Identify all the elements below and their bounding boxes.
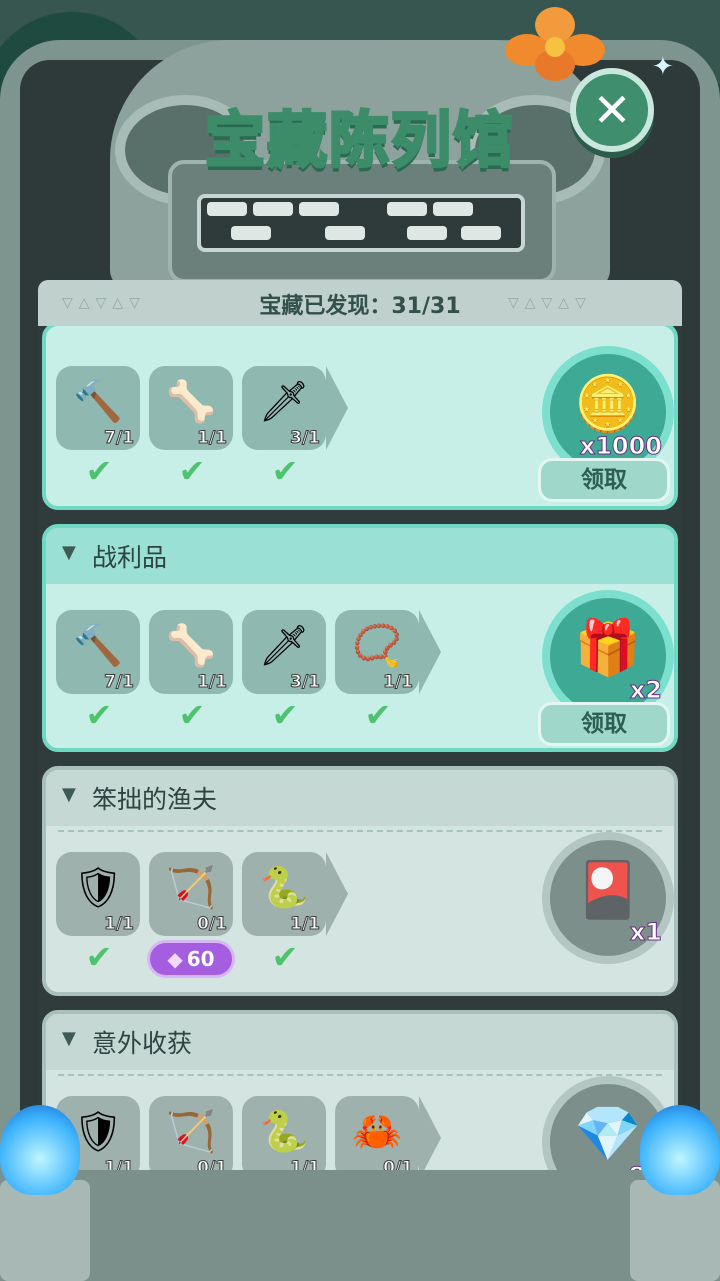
treasure-item[interactable]: 🦴 1/1 xyxy=(149,610,233,694)
card-header[interactable]: ▼ 笨拙的渔夫 xyxy=(46,770,674,826)
hammer-icon: 🔨 xyxy=(73,379,123,425)
stone-pillar-left xyxy=(0,1180,90,1281)
row-arrow xyxy=(326,366,348,450)
divider xyxy=(58,1074,662,1076)
brick xyxy=(207,202,247,216)
collection-name: 战利品 xyxy=(92,543,168,572)
check-icon: ✔ xyxy=(271,452,299,490)
check-icon: ✔ xyxy=(364,696,392,734)
sparkle-icon: ✦ xyxy=(652,52,674,82)
treasure-progress: 宝藏已发现：31/31 xyxy=(259,294,461,319)
check-icon: ✔ xyxy=(271,938,299,976)
brick xyxy=(407,226,447,240)
close-button[interactable]: ✕ xyxy=(570,68,654,152)
skull-necklace-icon: 📿 xyxy=(352,623,402,669)
treasure-item[interactable]: 🗡 3/1 xyxy=(242,610,326,694)
bone-plate-icon: 🦴 xyxy=(166,379,216,425)
claim-button[interactable]: 领取 xyxy=(538,702,670,746)
collection-name: 笨拙的渔夫 xyxy=(92,785,218,814)
brick xyxy=(461,226,501,240)
treasure-item[interactable]: 🗡 3/1 xyxy=(242,366,326,450)
brick xyxy=(325,226,365,240)
treasure-item[interactable]: 🦀 0/1 xyxy=(335,1096,419,1171)
check-icon: ✔ xyxy=(271,696,299,734)
check-icon: ✔ xyxy=(85,452,113,490)
treasure-item[interactable]: 🏹 0/1 xyxy=(149,1096,233,1171)
spear-icon: 🗡 xyxy=(258,623,310,669)
stone-pillar-right xyxy=(630,1180,720,1281)
gem-cost: 60 xyxy=(186,947,215,971)
row-arrow xyxy=(419,1096,441,1171)
treasure-item[interactable]: 🏹 0/1 xyxy=(149,852,233,936)
claim-button[interactable]: 领取 xyxy=(538,458,670,502)
chevron-down-icon: ▼ xyxy=(62,784,76,805)
treasure-item[interactable]: 🦴 1/1 xyxy=(149,366,233,450)
crab-stone-icon: 🦀 xyxy=(352,1109,402,1155)
treasure-item[interactable]: 🐍 1/1 xyxy=(242,1096,326,1171)
collection-card: ▼ 意外收获 🛡 1/1 🏹 0/1 🐍 1/1 🦀 0/1 💎 x80 xyxy=(42,1010,678,1171)
treasure-item[interactable]: 🔨 7/1 xyxy=(56,366,140,450)
collection-list[interactable]: 🔨 7/1 🦴 1/1 🗡 3/1 ✔ ✔ ✔ 🪙 x1000 领取 ▼ 战利品… xyxy=(38,326,682,1171)
brick xyxy=(433,202,473,216)
blue-torch-icon xyxy=(0,1105,80,1195)
hammer-icon: 🔨 xyxy=(73,623,123,669)
brick xyxy=(387,202,427,216)
check-icon: ✔ xyxy=(85,696,113,734)
treasure-item[interactable]: 🔨 7/1 xyxy=(56,610,140,694)
treasure-item[interactable]: 🛡 1/1 xyxy=(56,852,140,936)
reward-badge[interactable]: 🎴 x1 xyxy=(542,832,674,964)
bow-icon: 🏹 xyxy=(166,1109,216,1155)
treasure-item[interactable]: 🐍 1/1 xyxy=(242,852,326,936)
check-icon: ✔ xyxy=(178,452,206,490)
progress-bar: ▽△▽△▽ ▽△▽△▽ 宝藏已发现：31/31 xyxy=(38,280,682,326)
row-arrow xyxy=(326,852,348,936)
gem-icon: ◆ xyxy=(167,947,183,971)
gift-box-icon: 🎁 xyxy=(574,616,642,679)
divider xyxy=(58,830,662,832)
page-title: 宝藏陈列馆 xyxy=(204,105,515,178)
collection-card: 🔨 7/1 🦴 1/1 🗡 3/1 ✔ ✔ ✔ 🪙 x1000 领取 xyxy=(42,326,678,510)
collection-card: ▼ 战利品 🔨 7/1 🦴 1/1 🗡 3/1 📿 1/1 ✔ ✔ ✔ ✔ 🎁 … xyxy=(42,524,678,752)
bottom-floor xyxy=(0,1170,720,1281)
bow-icon: 🏹 xyxy=(166,865,216,911)
gem-purchase-button[interactable]: ◆ 60 xyxy=(147,940,235,978)
brick xyxy=(253,202,293,216)
collection-name: 意外收获 xyxy=(92,1029,193,1058)
treasure-item[interactable]: 📿 1/1 xyxy=(335,610,419,694)
collection-card: ▼ 笨拙的渔夫 🛡 1/1 🏹 0/1 🐍 1/1 ✔ ◆ 60 ✔ 🎴 x1 xyxy=(42,766,678,996)
snake-stone-icon: 🐍 xyxy=(259,865,309,911)
check-icon: ✔ xyxy=(178,696,206,734)
card-header[interactable]: ▼ 意外收获 xyxy=(46,1014,674,1070)
spear-icon: 🗡 xyxy=(258,379,310,425)
gold-coins-icon: 🪙 xyxy=(574,372,642,435)
snake-stone-icon: 🐍 xyxy=(259,1109,309,1155)
card-pack-icon: 🎴 xyxy=(574,858,642,921)
slot-inner xyxy=(197,194,525,252)
check-icon: ✔ xyxy=(85,938,113,976)
brick xyxy=(299,202,339,216)
bone-plate-icon: 🦴 xyxy=(166,623,216,669)
close-icon: ✕ xyxy=(592,83,632,137)
card-header[interactable]: ▼ 战利品 xyxy=(46,528,674,584)
arrow-shield-icon: 🛡 xyxy=(72,865,124,911)
chevron-down-icon: ▼ xyxy=(62,542,76,563)
brick xyxy=(231,226,271,240)
row-arrow xyxy=(419,610,441,694)
blue-torch-icon xyxy=(640,1105,720,1195)
chevron-down-icon: ▼ xyxy=(62,1028,76,1049)
